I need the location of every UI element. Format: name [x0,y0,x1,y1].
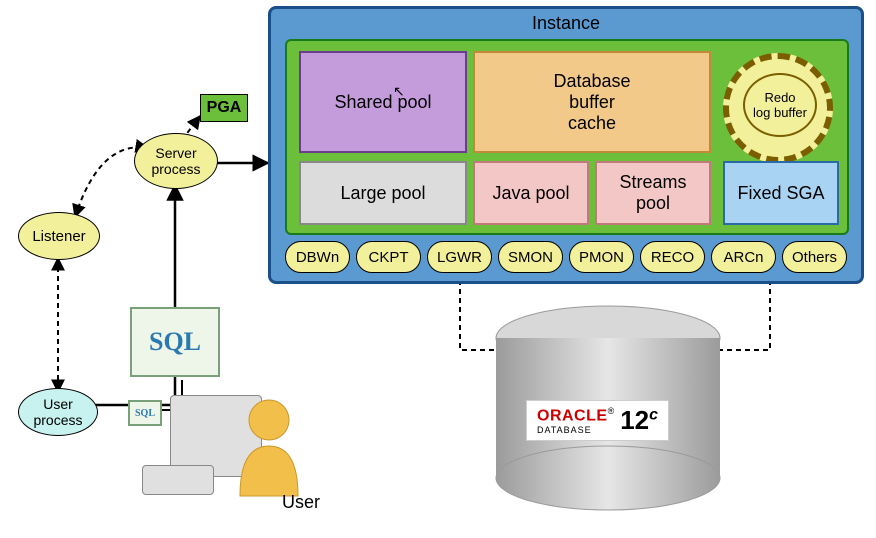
java-pool: Java pool [473,161,589,225]
large-pool-label: Large pool [340,183,425,204]
instance-title: Instance [271,13,861,34]
sql-monitor-text: SQL [149,327,201,357]
proc-smon: SMON [498,241,563,273]
proc-dbwn-label: DBWn [296,249,339,266]
java-pool-label: Java pool [492,183,569,204]
user-figure-icon [230,396,308,506]
proc-pmon: PMON [569,241,634,273]
sql-monitor: SQL [130,307,220,377]
sql-monitor-small-text: SQL [135,408,155,419]
oracle-sub: DATABASE [537,425,614,435]
db-buffer-cache: Database buffer cache [473,51,711,153]
listener-node: Listener [18,212,100,260]
oracle-brand: ORACLE [537,407,608,424]
proc-lgwr-label: LGWR [437,249,482,266]
listener-label: Listener [32,228,85,245]
fixed-sga: Fixed SGA [723,161,839,225]
pga-label: PGA [207,99,242,117]
proc-smon-label: SMON [508,249,553,266]
streams-pool-label: Streams pool [619,172,686,214]
keyboard [142,465,214,495]
cursor-icon: ↖ [393,83,405,100]
proc-ckpt-label: CKPT [368,249,408,266]
proc-others: Others [782,241,847,273]
sql-monitor-small: SQL [128,400,162,426]
redo-log-buffer: Redo log buffer [743,73,817,137]
proc-others-label: Others [792,249,837,266]
user-label: User [282,492,320,513]
proc-lgwr: LGWR [427,241,492,273]
large-pool: Large pool [299,161,467,225]
streams-pool: Streams pool [595,161,711,225]
user-process-node: User process [18,388,98,436]
sga-box: Shared pool ↖ Database buffer cache Redo… [285,39,849,235]
db-buffer-cache-label: Database buffer cache [553,71,630,134]
pga-box: PGA [200,94,248,122]
proc-arcn: ARCn [711,241,776,273]
oracle-version-suffix: c [649,406,658,423]
shared-pool: Shared pool ↖ [299,51,467,153]
oracle-version: 12 [620,405,649,435]
fixed-sga-label: Fixed SGA [737,183,824,204]
bg-process-row: DBWn CKPT LGWR SMON PMON RECO ARCn Other… [285,241,847,273]
server-process-node: Server process [134,133,218,189]
instance-box: Instance Shared pool ↖ Database buffer c… [268,6,864,284]
user-process-label: User process [33,396,82,428]
proc-pmon-label: PMON [579,249,624,266]
proc-reco-label: RECO [651,249,694,266]
proc-dbwn: DBWn [285,241,350,273]
shared-pool-label: Shared pool [334,92,431,113]
proc-arcn-label: ARCn [723,249,763,266]
proc-ckpt: CKPT [356,241,421,273]
oracle-db-label: ORACLE® DATABASE 12c [526,400,669,441]
server-process-label: Server process [151,145,200,177]
proc-reco: RECO [640,241,705,273]
redo-log-buffer-label: Redo log buffer [753,90,807,120]
